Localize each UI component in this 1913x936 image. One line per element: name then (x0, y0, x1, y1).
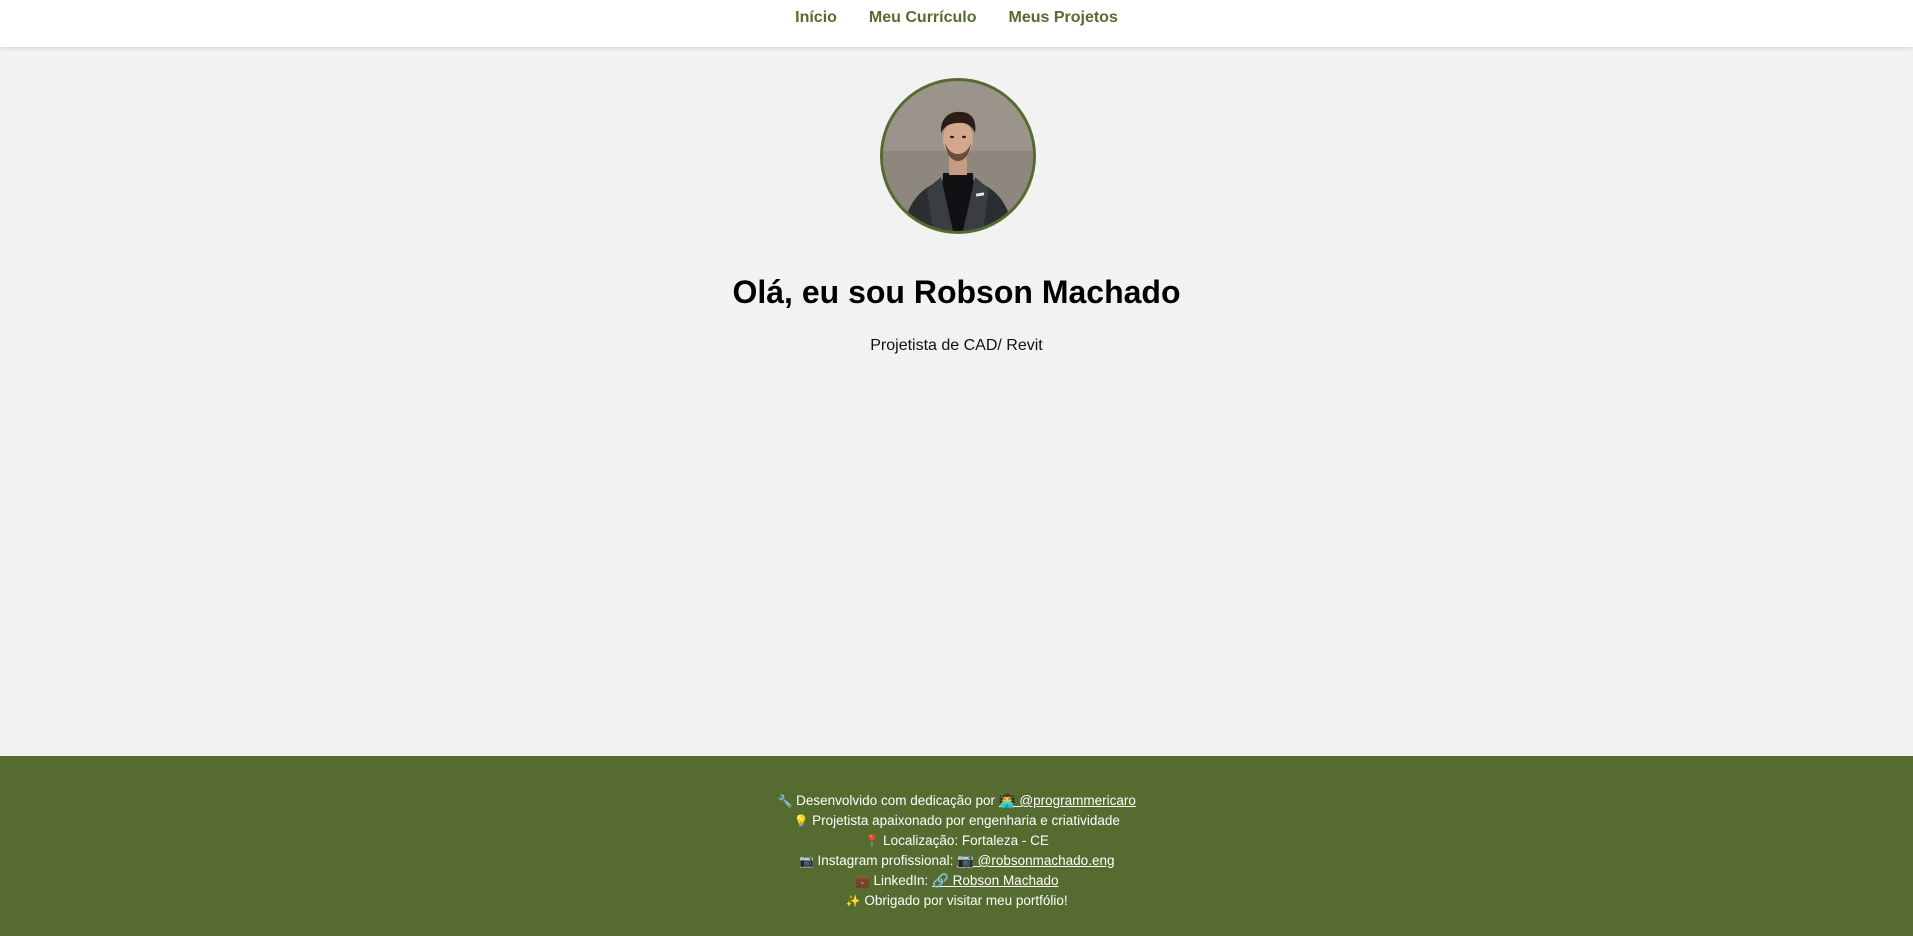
lightbulb-icon: 💡 (793, 814, 809, 828)
footer-linkedin-text: LinkedIn: (873, 873, 929, 888)
profile-portrait-image (883, 81, 1033, 231)
footer-dev-link[interactable]: 👨‍💻 @programmericaro (999, 793, 1136, 808)
footer-thanks-line: ✨ Obrigado por visitar meu portfólio! (0, 891, 1913, 911)
wrench-icon: 🔧 (777, 794, 793, 808)
footer-location-line: 📍 Localização: Fortaleza - CE (0, 831, 1913, 851)
nav-link-curriculo[interactable]: Meu Currículo (869, 9, 977, 27)
camera-link-icon: 📷 (957, 853, 974, 868)
footer-instagram-line: 📷 Instagram profissional: 📷 @robsonmachad… (0, 851, 1913, 871)
footer-instagram-link[interactable]: 📷 @robsonmachado.eng (957, 853, 1114, 868)
nav-link-projetos[interactable]: Meus Projetos (1008, 9, 1117, 27)
hero-title: Olá, eu sou Robson Machado (732, 274, 1181, 310)
footer-instagram-text: Instagram profissional: (817, 853, 954, 868)
footer-location: Localização: Fortaleza - CE (883, 833, 1049, 848)
footer-linkedin-link[interactable]: 🔗 Robson Machado (932, 873, 1058, 888)
footer-linkedin-line: 💼 LinkedIn: 🔗 Robson Machado (0, 871, 1913, 891)
footer-tagline: Projetista apaixonado por engenharia e c… (812, 813, 1120, 828)
site-footer: 🔧 Desenvolvido com dedicação por 👨‍💻 @pro… (0, 756, 1913, 936)
top-navigation: Início Meu Currículo Meus Projetos (0, 0, 1913, 47)
footer-linkedin-link-text: Robson Machado (952, 873, 1059, 888)
nav-link-inicio[interactable]: Início (795, 9, 837, 27)
hero-subtitle: Projetista de CAD/ Revit (870, 337, 1043, 354)
sparkles-icon: ✨ (845, 894, 861, 908)
footer-tagline-line: 💡 Projetista apaixonado por engenharia e … (0, 811, 1913, 831)
footer-instagram-link-text: @robsonmachado.eng (977, 853, 1115, 868)
pin-icon: 📍 (864, 834, 880, 848)
camera-icon: 📷 (799, 854, 814, 868)
footer-dev-text: Desenvolvido com dedicação por (796, 793, 996, 808)
developer-icon: 👨‍💻 (998, 793, 1016, 808)
footer-dev-link-text: @programmericaro (1019, 793, 1136, 808)
briefcase-icon: 💼 (855, 874, 870, 888)
link-icon: 🔗 (932, 873, 949, 888)
footer-thanks: Obrigado por visitar meu portfólio! (864, 893, 1068, 908)
footer-developer-line: 🔧 Desenvolvido com dedicação por 👨‍💻 @pro… (0, 791, 1913, 811)
profile-photo (880, 78, 1036, 234)
